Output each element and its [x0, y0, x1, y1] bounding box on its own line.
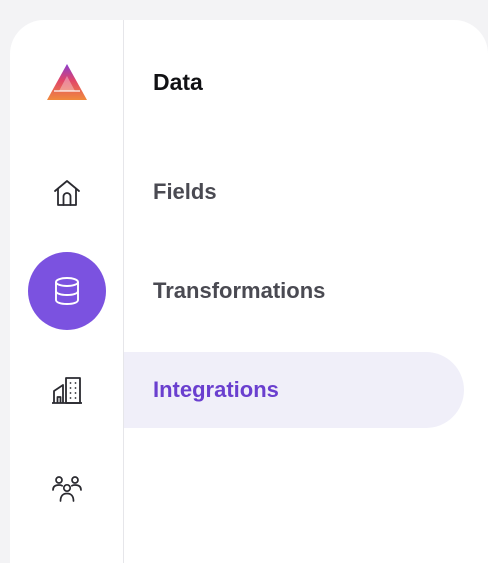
- nav-data[interactable]: [28, 252, 106, 330]
- home-icon: [54, 180, 80, 206]
- logo[interactable]: [28, 43, 106, 121]
- nav-users[interactable]: [28, 450, 106, 528]
- icon-rail: [10, 20, 124, 563]
- data-panel: Data Fields Transformations Integrations: [124, 20, 488, 563]
- nav-home[interactable]: [28, 154, 106, 232]
- building-icon: [52, 377, 82, 404]
- users-icon: [52, 476, 82, 502]
- logo-icon: [47, 64, 87, 100]
- panel-title: Data: [153, 69, 203, 95]
- nav-item-transformations[interactable]: Transformations: [124, 253, 464, 329]
- app-window: Data Fields Transformations Integrations: [10, 20, 488, 563]
- database-icon: [55, 277, 79, 305]
- nav-organization[interactable]: [28, 351, 106, 429]
- nav-item-fields[interactable]: Fields: [124, 154, 464, 230]
- nav-item-integrations[interactable]: Integrations: [124, 352, 464, 428]
